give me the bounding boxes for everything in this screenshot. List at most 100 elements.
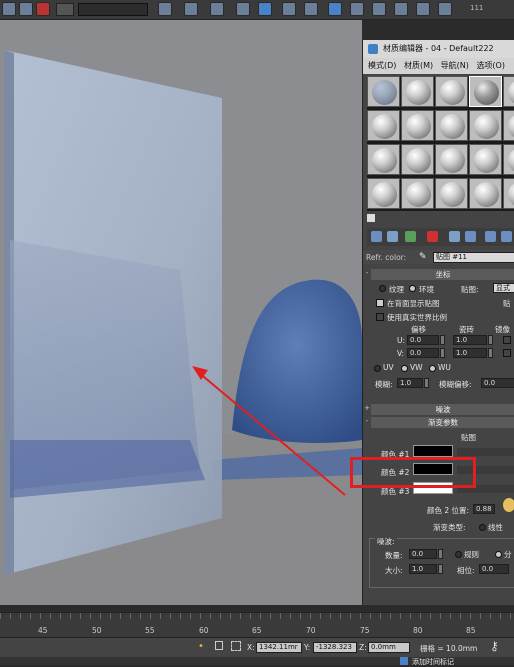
ref-coord-button[interactable] <box>56 3 74 16</box>
show-shaded-icon[interactable] <box>501 231 512 242</box>
u-tiling-field[interactable]: 1.0 <box>453 335 487 345</box>
reset-map-icon[interactable] <box>427 231 438 242</box>
noise-size-field[interactable]: 1.0 <box>409 564 437 574</box>
show-map-on-back-checkbox[interactable] <box>376 299 384 307</box>
material-slot[interactable] <box>401 110 434 141</box>
material-slot[interactable] <box>435 144 468 175</box>
noise-phase-field[interactable]: 0.0 <box>479 564 509 574</box>
scene-explorer-icon[interactable] <box>236 2 250 16</box>
material-slot[interactable] <box>367 178 400 209</box>
material-editor-icon[interactable] <box>328 2 342 16</box>
selection-lock-icon[interactable] <box>231 641 241 651</box>
put-to-library-icon[interactable] <box>465 231 476 242</box>
v-tiling-spinner[interactable] <box>488 348 493 358</box>
mapping-dropdown[interactable]: 显式 <box>493 283 514 293</box>
real-world-scale-checkbox[interactable] <box>376 313 384 321</box>
u-offset-field[interactable]: 0.0 <box>407 335 439 345</box>
wu-radio[interactable] <box>429 365 436 372</box>
coordinates-rollout-header[interactable]: 坐标 <box>371 269 514 280</box>
regular-radio[interactable] <box>455 551 462 558</box>
v-tiling-field[interactable]: 1.0 <box>453 348 487 358</box>
key-icon[interactable]: ⚷ <box>490 639 499 653</box>
color2-position-field[interactable]: 0.88 <box>473 504 495 514</box>
environment-radio[interactable] <box>409 285 416 292</box>
linear-radio[interactable] <box>479 524 486 531</box>
blur-offset-field[interactable]: 0.0 <box>481 378 514 388</box>
material-editor-title[interactable]: 材质编辑器 - 04 - Default222 <box>363 40 514 58</box>
time-tag-icon[interactable] <box>400 657 408 665</box>
material-slot[interactable] <box>401 76 434 107</box>
add-time-tag-label[interactable]: 添加时间标记 <box>412 657 454 667</box>
render-setup-icon[interactable] <box>350 2 364 16</box>
material-id-icon[interactable] <box>485 231 496 242</box>
u-tiling-spinner[interactable] <box>488 335 493 345</box>
v-offset-spinner[interactable] <box>440 348 445 358</box>
v-mirror-checkbox[interactable] <box>503 349 511 357</box>
assign-material-icon[interactable] <box>405 231 416 242</box>
material-slot[interactable] <box>367 76 400 107</box>
material-slot[interactable] <box>435 76 468 107</box>
render-frame-icon[interactable] <box>372 2 386 16</box>
snap-magnet-icon[interactable] <box>36 2 50 16</box>
teapot-icon[interactable] <box>416 2 430 16</box>
material-slot[interactable] <box>435 178 468 209</box>
noise-rollout-header[interactable]: 噪波 <box>371 404 514 415</box>
material-slot[interactable] <box>401 178 434 209</box>
u-mirror-checkbox[interactable] <box>503 336 511 344</box>
collapse-icon[interactable]: - <box>363 417 371 428</box>
perspective-viewport[interactable] <box>0 20 362 605</box>
ribbon-icon[interactable] <box>258 2 272 16</box>
z-coord-field[interactable]: 0.0mm <box>368 642 410 653</box>
material-slot[interactable] <box>401 144 434 175</box>
render-icon[interactable] <box>394 2 408 16</box>
collapse-icon[interactable]: - <box>363 269 371 280</box>
layer-icon[interactable] <box>210 2 224 16</box>
noise-amount-spinner[interactable] <box>438 549 443 559</box>
y-coord-field[interactable]: -1328.323 <box>313 642 357 653</box>
noise-size-spinner[interactable] <box>438 564 443 574</box>
put-to-scene-icon[interactable] <box>387 231 398 242</box>
mirror-icon[interactable] <box>158 2 172 16</box>
get-material-icon[interactable] <box>371 231 382 242</box>
u-offset-spinner[interactable] <box>440 335 445 345</box>
color1-swatch[interactable] <box>413 445 453 457</box>
blur-field[interactable]: 1.0 <box>397 378 423 388</box>
lock-icon[interactable] <box>215 641 223 650</box>
menu-navigation[interactable]: 导航(N) <box>441 61 469 70</box>
eyedropper-icon[interactable]: ✎ <box>419 252 429 262</box>
pin-icon[interactable]: • <box>198 641 204 652</box>
material-slot[interactable] <box>503 110 514 141</box>
noise-amount-field[interactable]: 0.0 <box>409 549 437 559</box>
material-slot[interactable] <box>367 110 400 141</box>
blur-spinner[interactable] <box>424 378 429 388</box>
timeline-track[interactable]: 45 50 55 60 65 70 75 80 85 <box>0 612 514 637</box>
make-unique-icon[interactable] <box>449 231 460 242</box>
align-icon[interactable] <box>184 2 198 16</box>
x-coord-field[interactable]: 1342.11mr <box>256 642 302 653</box>
map-name-field[interactable]: 贴图 #11 <box>433 252 514 263</box>
slots-scroll-handle[interactable] <box>367 214 375 222</box>
fractal-radio[interactable] <box>495 551 502 558</box>
selection-set-dropdown[interactable] <box>78 3 148 16</box>
material-slot[interactable] <box>469 144 502 175</box>
active-shade-icon[interactable] <box>438 2 452 16</box>
v-offset-field[interactable]: 0.0 <box>407 348 439 358</box>
color1-map-button[interactable] <box>457 448 514 456</box>
texture-radio[interactable] <box>379 285 386 292</box>
schematic-view-icon[interactable] <box>304 2 318 16</box>
vw-radio[interactable] <box>401 365 408 372</box>
material-slot-active[interactable] <box>469 76 502 107</box>
expand-icon[interactable]: + <box>363 404 371 415</box>
material-slot[interactable] <box>367 144 400 175</box>
move-icon[interactable] <box>19 2 33 16</box>
material-slot[interactable] <box>503 178 514 209</box>
select-icon[interactable] <box>2 2 16 16</box>
menu-mode[interactable]: 模式(D) <box>368 61 396 70</box>
material-slot[interactable] <box>503 76 514 107</box>
material-slot[interactable] <box>469 178 502 209</box>
curve-editor-icon[interactable] <box>282 2 296 16</box>
gradient-params-header[interactable]: 渐变参数 <box>371 417 514 428</box>
material-slot[interactable] <box>469 110 502 141</box>
menu-options[interactable]: 选项(O) <box>476 61 505 70</box>
menu-material[interactable]: 材质(M) <box>404 61 433 70</box>
